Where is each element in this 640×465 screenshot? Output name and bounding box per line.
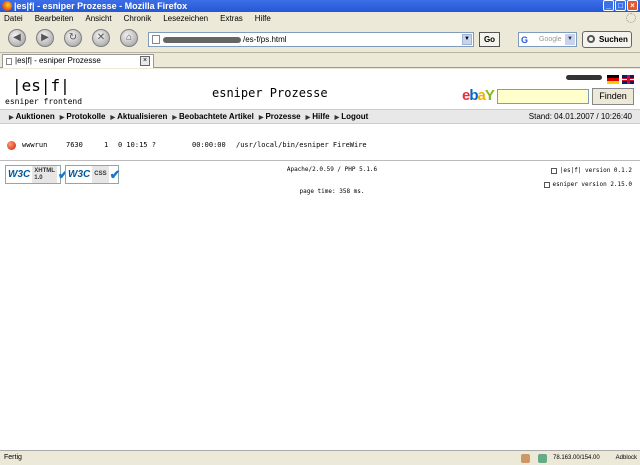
arrow-right-icon: ▶	[59, 115, 65, 121]
page-title: esniper Prozesse	[212, 86, 328, 100]
process-row: wwwrun 7630 1 0 10:15 ? 00:00:00 /usr/lo…	[7, 140, 427, 150]
timestamp: Stand: 04.01.2007 / 10:26:40	[528, 112, 632, 121]
external-link-icon	[543, 181, 550, 188]
footer-divider	[0, 160, 640, 161]
tab-esf-prozesse[interactable]: |es|f| - esniper Prozesse ×	[2, 54, 154, 68]
google-icon: G	[521, 35, 529, 45]
process-c1: 1	[104, 141, 109, 149]
finden-button[interactable]: Finden	[592, 88, 634, 105]
tab-label: |es|f| - esniper Prozesse	[15, 56, 101, 65]
network-icon[interactable]	[538, 454, 547, 463]
nav-hilfe[interactable]: ▶ Hilfe	[306, 110, 330, 125]
nav-prozesse[interactable]: ▶ Prozesse	[259, 110, 301, 125]
url-bar[interactable]: /es-f/ps.html ▼	[148, 32, 474, 47]
adblock-label[interactable]: Adblock	[616, 451, 637, 465]
nav-auktionen[interactable]: ▶ Auktionen	[9, 110, 55, 125]
search-button[interactable]: Suchen	[582, 31, 632, 48]
w3c-xhtml-badge[interactable]: W3C XHTML 1.0 ✔	[5, 165, 69, 184]
arrow-right-icon: ▶	[9, 115, 14, 121]
chevron-down-icon[interactable]: ▼	[462, 34, 472, 45]
tab-bar: |es|f| - esniper Prozesse ×	[0, 53, 640, 68]
back-icon[interactable]: ◀	[8, 29, 26, 47]
menu-bearbeiten[interactable]: Bearbeiten	[35, 14, 74, 23]
main-nav: ▶ Auktionen ▶ Protokolle ▶ Aktualisieren ▶ B…	[0, 109, 640, 124]
nav-logout[interactable]: ▶ Logout	[335, 110, 369, 125]
menu-chronik[interactable]: Chronik	[124, 14, 152, 23]
search-placeholder: Google	[539, 36, 562, 43]
ebay-search-input[interactable]	[497, 89, 589, 104]
window-title: |es|f| - esniper Prozesse - Mozilla Fire…	[14, 1, 188, 11]
process-time: 00:00:00	[192, 141, 226, 149]
ebay-logo: ebaY	[462, 87, 495, 104]
german-flag-icon[interactable]	[607, 75, 619, 84]
maximize-icon[interactable]: □	[615, 0, 626, 11]
user-name-redacted	[566, 75, 602, 80]
page-icon	[152, 35, 160, 44]
kill-process-icon[interactable]	[7, 141, 16, 150]
esniper-version-link[interactable]: esniper version 2.15.0	[543, 181, 632, 189]
esf-version-link[interactable]: |es|f| version 0.1.2	[550, 167, 632, 175]
url-path: /es-f/ps.html	[243, 35, 287, 44]
arrow-right-icon: ▶	[334, 115, 340, 121]
forward-icon[interactable]: ▶	[36, 29, 54, 47]
firefox-icon	[2, 1, 12, 11]
process-pid: 7630	[66, 141, 83, 149]
arrow-right-icon: ▶	[305, 115, 311, 121]
menu-ansicht[interactable]: Ansicht	[85, 14, 111, 23]
english-flag-icon[interactable]	[622, 75, 634, 84]
go-button[interactable]: Go	[479, 32, 500, 47]
extension-icon[interactable]	[521, 454, 530, 463]
menu-lesezeichen[interactable]: Lesezeichen	[163, 14, 208, 23]
nav-beobachtete-artikel[interactable]: ▶ Beobachtete Artikel	[172, 110, 253, 125]
search-button-label: Suchen	[599, 35, 628, 44]
server-info: Apache/2.0.59 / PHP 5.1.6	[286, 166, 378, 173]
reload-icon[interactable]: ↻	[64, 29, 82, 47]
checkmark-icon: ✔	[109, 166, 121, 182]
home-icon[interactable]: ⌂	[120, 29, 138, 47]
esf-logo: |es|f|	[12, 76, 70, 95]
arrow-right-icon: ▶	[172, 115, 177, 121]
external-link-icon	[550, 167, 557, 174]
ip-address: 78.163.00/154.00	[553, 455, 600, 461]
arrow-right-icon: ▶	[258, 115, 264, 121]
status-bar: Fertig 78.163.00/154.00 Adblock	[0, 450, 640, 465]
stop-icon[interactable]: ✕	[92, 29, 110, 47]
menu-hilfe[interactable]: Hilfe	[255, 14, 271, 23]
page-icon	[6, 58, 12, 65]
page-content: |es|f| esniper frontend esniper Prozesse…	[0, 69, 640, 450]
process-user: wwwrun	[22, 141, 48, 149]
throbber-icon	[626, 13, 636, 23]
search-input[interactable]: G Google ▼	[518, 32, 577, 47]
window-controls: _ □ ×	[603, 0, 638, 11]
menu-extras[interactable]: Extras	[220, 14, 243, 23]
process-cmd: /usr/local/bin/esniper FireWire	[236, 141, 367, 149]
status-text: Fertig	[4, 454, 22, 461]
url-host-redacted	[163, 36, 241, 43]
minimize-icon[interactable]: _	[603, 0, 614, 11]
magnifier-icon	[587, 35, 595, 43]
arrow-right-icon: ▶	[110, 115, 116, 121]
menu-datei[interactable]: Datei	[4, 14, 23, 23]
page-time: page time: 358 ms.	[299, 188, 365, 195]
logo-subtitle: esniper frontend	[5, 97, 83, 106]
close-window-icon[interactable]: ×	[627, 0, 638, 11]
nav-aktualisieren[interactable]: ▶ Aktualisieren	[110, 110, 167, 125]
w3c-css-badge[interactable]: W3C CSS ✔	[65, 165, 121, 184]
navigation-toolbar: ◀ ▶ ↻ ✕ ⌂ /es-f/ps.html ▼ Go G Google ▼ …	[0, 25, 640, 53]
nav-protokolle[interactable]: ▶ Protokolle	[60, 110, 106, 125]
window-title-bar: |es|f| - esniper Prozesse - Mozilla Fire…	[0, 0, 640, 12]
menu-bar: Datei Bearbeiten Ansicht Chronik Lesezei…	[0, 12, 640, 25]
search-engine-chevron-icon[interactable]: ▼	[565, 34, 575, 45]
process-c2: 0 10:15 ?	[118, 141, 156, 149]
tab-close-icon[interactable]: ×	[140, 56, 150, 66]
